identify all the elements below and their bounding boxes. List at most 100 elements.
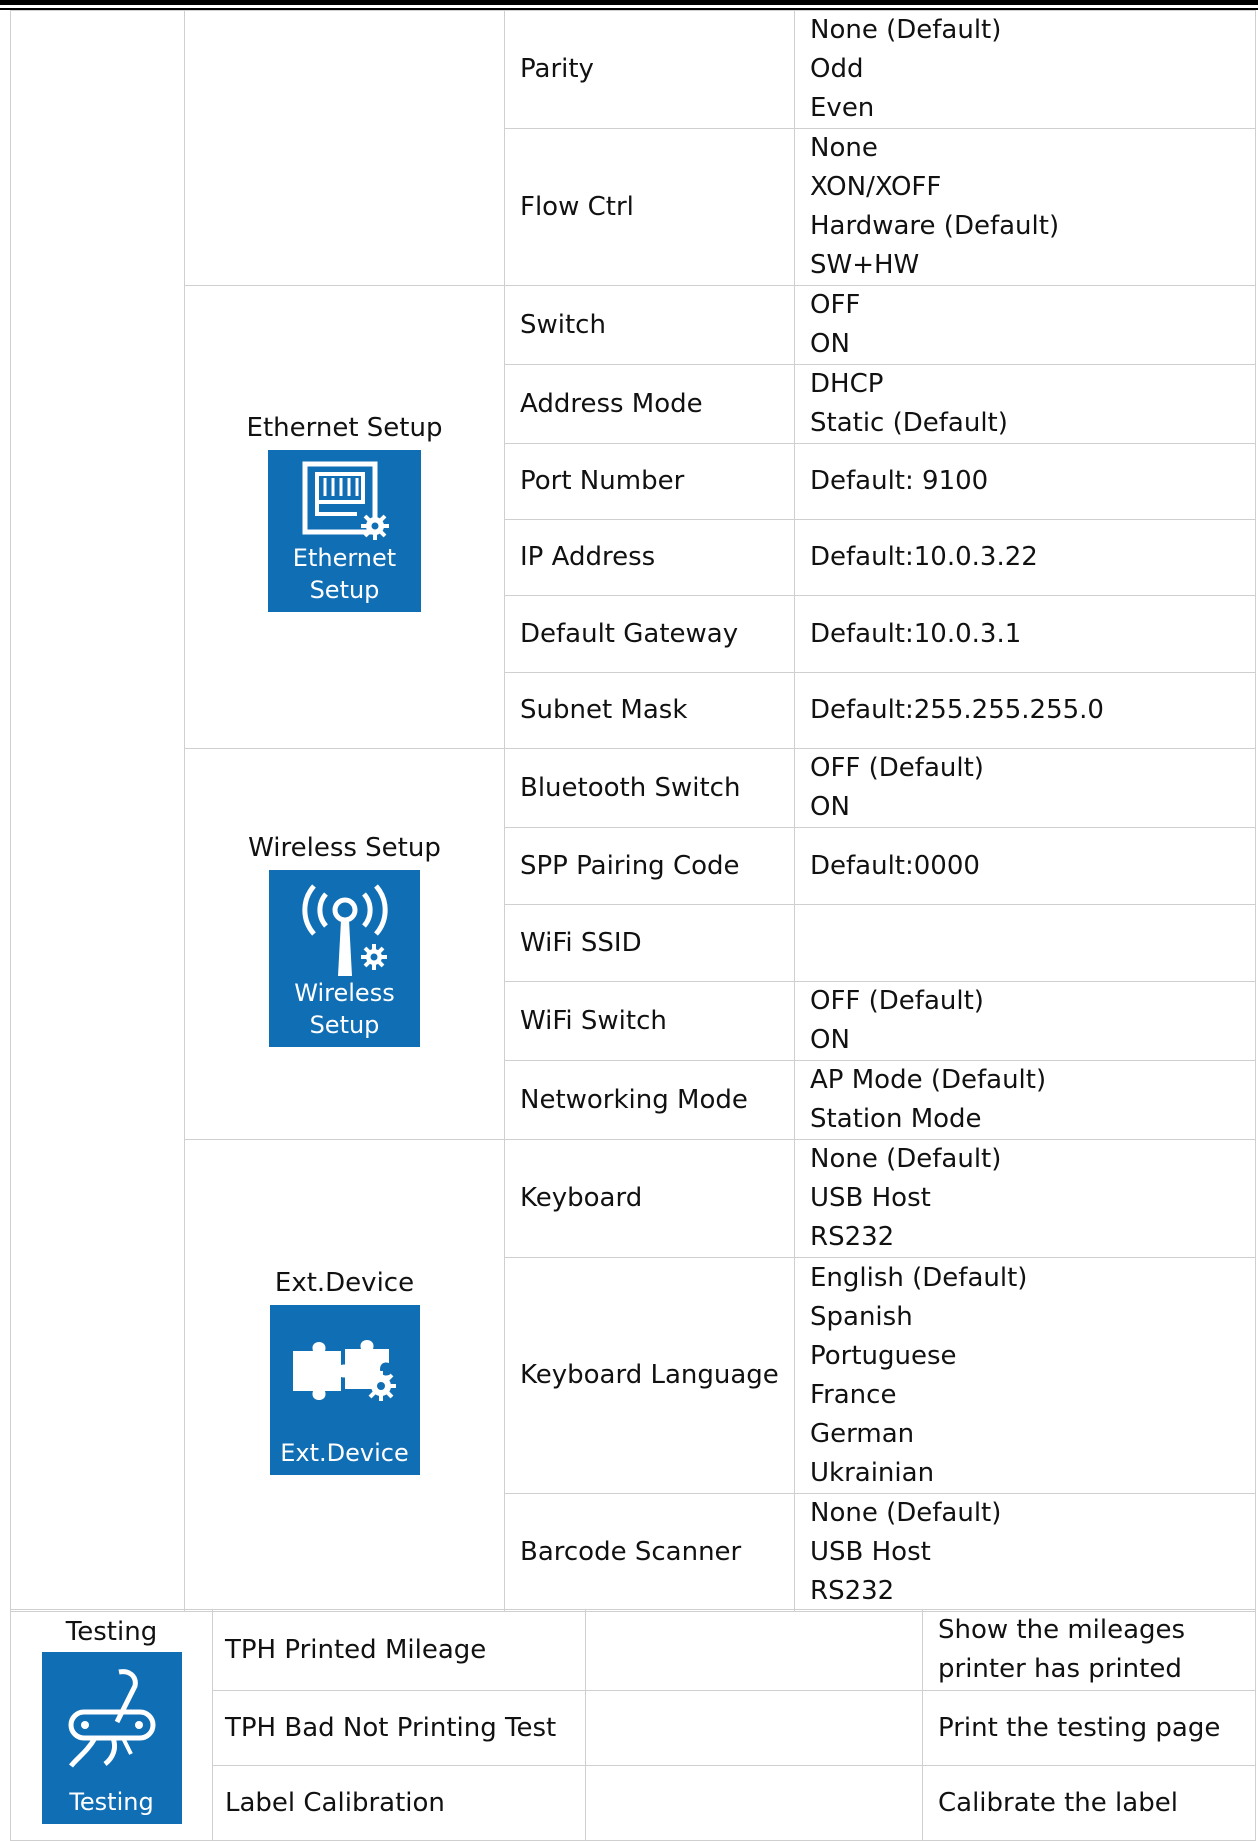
param-switch: Switch (504, 285, 795, 365)
values-networking-mode: AP Mode (Default) Station Mode (794, 1060, 1256, 1140)
value-line: SW+HW (810, 250, 920, 280)
value-line: Calibrate the label (938, 1788, 1178, 1818)
tile-text-line: Ethernet (292, 544, 397, 572)
value-line: DHCP (810, 369, 884, 399)
value-line: RS232 (810, 1222, 895, 1252)
wireless-setup-cell: Wireless Setup Wireless Setup (184, 748, 505, 1140)
ext-device-label: Ext.Device (274, 1267, 415, 1298)
ext-device-cell: Ext.Device Ext.Device (184, 1139, 505, 1612)
param-label-calibration: Label Calibration (212, 1765, 586, 1841)
param-wifi-switch: WiFi Switch (504, 981, 795, 1061)
ext-device-tile-text: Ext.Device (270, 1437, 420, 1469)
value-line: USB Host (810, 1183, 931, 1213)
value-line: German (810, 1418, 915, 1449)
testing-tile: Testing (41, 1652, 182, 1824)
value-line: OFF (Default) (810, 753, 984, 783)
value-line: Station Mode (810, 1104, 982, 1134)
param-barcode-scanner: Barcode Scanner (504, 1493, 795, 1612)
values-spp-pairing-code: Default:0000 (794, 827, 1256, 905)
values-default-gateway: Default:10.0.3.1 (794, 595, 1256, 673)
values-keyboard: None (Default) USB Host RS232 (794, 1139, 1256, 1258)
values-label-calibration: Calibrate the label (922, 1765, 1256, 1841)
value-line: USB Host (810, 1537, 931, 1567)
value-line: Default: 9100 (810, 466, 989, 496)
values-tph-bad-not-printing-test: Print the testing page (922, 1690, 1256, 1766)
value-line: None (810, 133, 878, 163)
testing-cell: Testing Testing (10, 1609, 213, 1841)
value-line: Default:10.0.3.22 (810, 542, 1038, 572)
value-line: Ukrainian (810, 1457, 935, 1488)
value-line: Spanish (810, 1301, 913, 1332)
value-line: None (Default) (810, 1144, 1002, 1174)
table-row: Wireless Setup Wireless Setup Bluetooth … (11, 748, 1256, 1140)
table-row: Testing Testing TPH Printed Mileage Show… (10, 1609, 1256, 1841)
tile-text-line: Setup (309, 1010, 380, 1039)
value-line: Even (810, 93, 875, 123)
value-line: Odd (810, 54, 864, 84)
param-address-mode: Address Mode (504, 364, 795, 444)
wireless-setup-tile-text: Wireless Setup (269, 977, 420, 1041)
testing-tile-text: Testing (42, 1786, 182, 1818)
top-rule-thick (0, 0, 1258, 5)
param-keyboard-language: Keyboard Language (504, 1257, 795, 1494)
testing-table: Testing Testing TPH Printed Mileage Show… (10, 1609, 1256, 1841)
value-line: Show the mileages (938, 1615, 1186, 1645)
values-flow-ctrl: None XON/XOFF Hardware (Default) SW+HW (794, 128, 1256, 286)
values-wifi-ssid (794, 904, 1256, 982)
tile-text-line: Ext.Device (280, 1438, 409, 1467)
param-default-gateway: Default Gateway (504, 595, 795, 673)
table-row: Ext.Device Ext.Device Keyboard None (Def… (11, 1139, 1256, 1612)
ethernet-setup-cell: Ethernet Setup Ethernet Setup (184, 285, 505, 749)
tile-text-line: Setup (309, 576, 380, 604)
value-line: XON/XOFF (810, 172, 942, 202)
empty-cell (585, 1609, 923, 1691)
values-address-mode: DHCP Static (Default) (794, 364, 1256, 444)
tile-text-line: Wireless (294, 978, 395, 1007)
param-flow-ctrl: Flow Ctrl (504, 128, 795, 286)
values-bluetooth-switch: OFF (Default) ON (794, 748, 1256, 828)
value-line: AP Mode (Default) (810, 1065, 1047, 1095)
value-line: None (Default) (810, 1498, 1002, 1528)
value-line: Default:10.0.3.1 (810, 618, 1022, 649)
values-subnet-mask: Default:255.255.255.0 (794, 672, 1256, 749)
value-line: OFF (Default) (810, 986, 984, 1016)
wireless-setup-tile: Wireless Setup (269, 869, 420, 1047)
testing-label: Testing (65, 1617, 158, 1647)
value-line: Static (Default) (810, 408, 1008, 438)
param-tph-bad-not-printing-test: TPH Bad Not Printing Test (212, 1690, 586, 1766)
main-category-cell (10, 10, 185, 1612)
value-line: ON (810, 329, 850, 359)
values-port-number: Default: 9100 (794, 443, 1256, 520)
settings-table: Parity None (Default) Odd Even Flow Ctrl… (10, 10, 1256, 1612)
value-line: Portuguese (810, 1340, 957, 1371)
antenna-gear-icon (301, 883, 388, 976)
ethernet-setup-tile: Ethernet Setup (268, 450, 421, 612)
value-line: OFF (810, 290, 861, 320)
wireless-setup-label: Wireless Setup (248, 832, 441, 863)
empty-cell (585, 1765, 923, 1841)
ethernet-port-gear-icon (302, 461, 389, 540)
value-line: France (810, 1379, 897, 1410)
value-line: English (Default) (810, 1262, 1028, 1293)
param-keyboard: Keyboard (504, 1139, 795, 1258)
value-line: ON (810, 792, 850, 822)
param-networking-mode: Networking Mode (504, 1060, 795, 1140)
empty-cell (585, 1690, 923, 1766)
puzzle-gear-icon (292, 1339, 396, 1401)
param-wifi-ssid: WiFi SSID (504, 904, 795, 982)
ethernet-setup-tile-text: Ethernet Setup (268, 542, 421, 606)
value-line: Hardware (Default) (810, 211, 1060, 241)
value-line: ON (810, 1025, 850, 1055)
values-tph-printed-mileage: Show the mileages printer has printed (922, 1609, 1256, 1691)
value-line: Default:0000 (810, 850, 980, 881)
values-wifi-switch: OFF (Default) ON (794, 981, 1256, 1061)
tools-icon (68, 1669, 155, 1768)
subcategory-cell (184, 10, 505, 286)
param-tph-printed-mileage: TPH Printed Mileage (212, 1609, 586, 1691)
param-subnet-mask: Subnet Mask (504, 672, 795, 749)
ethernet-setup-label: Ethernet Setup (246, 413, 443, 443)
values-barcode-scanner: None (Default) USB Host RS232 (794, 1493, 1256, 1612)
param-parity: Parity (504, 10, 795, 129)
param-spp-pairing-code: SPP Pairing Code (504, 827, 795, 905)
value-line: printer has printed (938, 1654, 1182, 1684)
